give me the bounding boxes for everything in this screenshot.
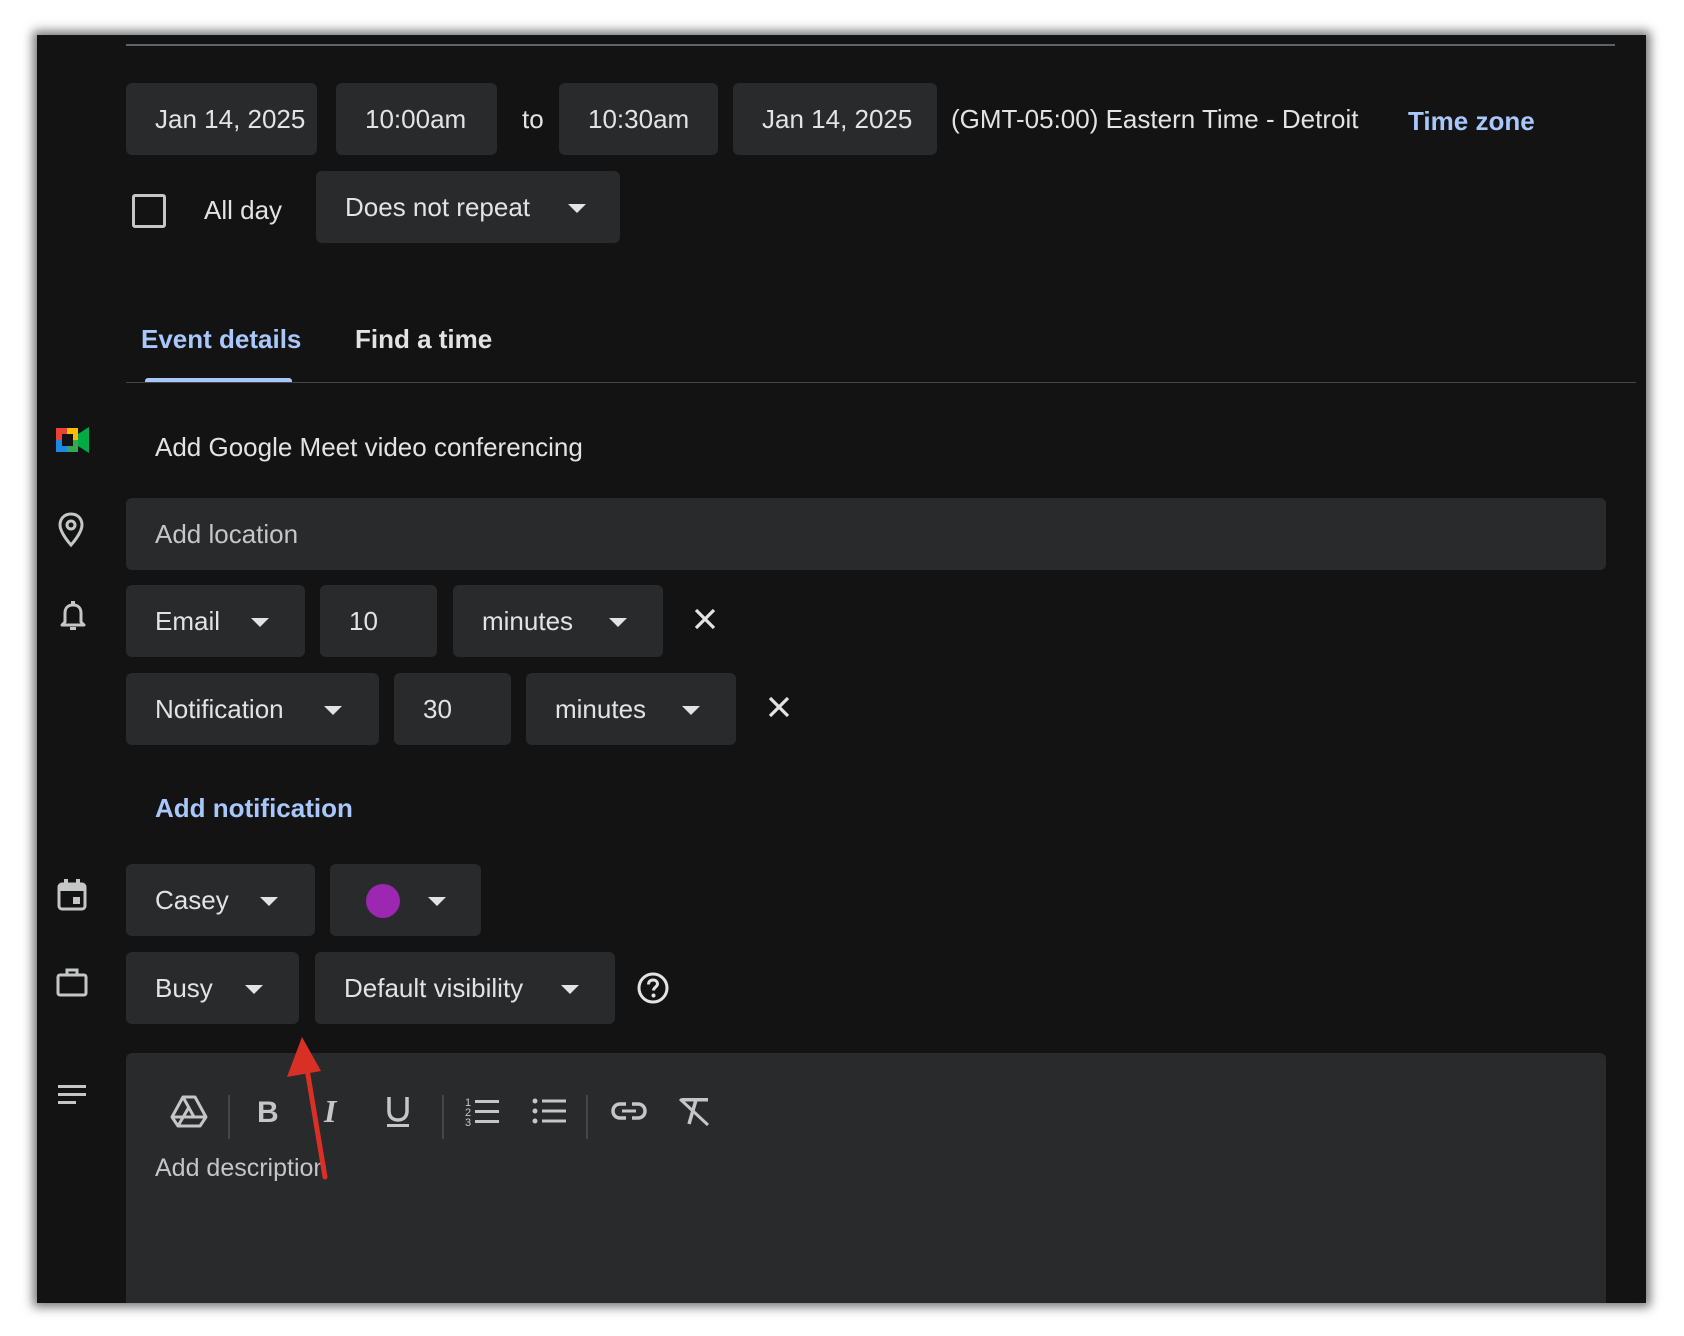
notification-2-unit-dropdown[interactable]: minutes <box>526 673 736 745</box>
start-time-text: 10:00am <box>365 104 467 134</box>
bell-icon <box>60 601 86 630</box>
numbered-list-icon[interactable]: 1 2 3 <box>462 1091 502 1131</box>
repeat-dropdown[interactable]: Does not repeat <box>316 171 620 243</box>
chevron-down-icon <box>260 897 278 906</box>
calendar-icon <box>57 879 87 911</box>
notification-2-amount: 30 <box>423 694 452 724</box>
underline-icon[interactable] <box>378 1091 418 1131</box>
start-date-text: Jan 14, 2025 <box>155 104 306 134</box>
drive-icon[interactable] <box>169 1091 209 1131</box>
end-date-field[interactable]: Jan 14, 2025 <box>733 83 937 155</box>
add-notification-link[interactable]: Add notification <box>155 793 353 824</box>
clear-formatting-icon[interactable] <box>674 1091 714 1131</box>
notification-1-amount-input[interactable]: 10 <box>320 585 437 657</box>
notification-1-type-dropdown[interactable]: Email <box>126 585 305 657</box>
start-date-field[interactable]: Jan 14, 2025 <box>126 83 317 155</box>
chevron-down-icon <box>251 618 269 627</box>
notification-2-type: Notification <box>155 694 284 724</box>
bulleted-list-icon[interactable] <box>529 1091 569 1131</box>
chevron-down-icon <box>245 985 263 994</box>
event-color-dropdown[interactable] <box>330 864 481 936</box>
end-time-field[interactable]: 10:30am <box>559 83 718 155</box>
annotation-arrow <box>287 1037 328 1180</box>
tabs-divider <box>126 382 1636 383</box>
to-label: to <box>522 104 544 134</box>
location-placeholder: Add location <box>155 519 299 549</box>
svg-text:3: 3 <box>465 1117 471 1129</box>
event-editor-panel: Jan 14, 2025 10:00am to 10:30am Jan 14, … <box>37 35 1646 1303</box>
visibility-dropdown[interactable]: Default visibility <box>315 952 615 1024</box>
chevron-down-icon <box>682 706 700 715</box>
remove-notification-1-icon[interactable] <box>693 607 717 631</box>
title-underline <box>126 44 1615 46</box>
help-icon[interactable] <box>636 971 670 1005</box>
start-time-field[interactable]: 10:00am <box>336 83 497 155</box>
notification-2-type-dropdown[interactable]: Notification <box>126 673 379 745</box>
end-date-text: Jan 14, 2025 <box>762 104 913 134</box>
chevron-down-icon <box>561 985 579 994</box>
location-pin-icon <box>58 512 84 548</box>
chevron-down-icon <box>568 204 586 213</box>
tab-find-a-time[interactable]: Find a time <box>355 324 492 355</box>
notification-1-unit-dropdown[interactable]: minutes <box>453 585 663 657</box>
timezone-text: (GMT-05:00) Eastern Time - Detroit <box>951 104 1359 134</box>
calendar-owner-dropdown[interactable]: Casey <box>126 864 315 936</box>
svg-text:B: B <box>257 1096 279 1129</box>
location-input[interactable]: Add location <box>126 498 1606 570</box>
description-icon <box>58 1085 86 1104</box>
toolbar-separator <box>442 1095 444 1139</box>
notification-1-unit: minutes <box>482 606 574 636</box>
link-icon[interactable] <box>609 1091 649 1131</box>
toolbar-separator <box>586 1095 588 1139</box>
chevron-down-icon <box>324 706 342 715</box>
repeat-value: Does not repeat <box>345 192 531 222</box>
visibility-value: Default visibility <box>344 973 524 1003</box>
notification-1-amount: 10 <box>349 606 378 636</box>
availability-dropdown[interactable]: Busy <box>126 952 299 1024</box>
remove-notification-2-icon[interactable] <box>767 695 791 719</box>
add-meet-link[interactable]: Add Google Meet video conferencing <box>155 432 583 463</box>
end-time-text: 10:30am <box>588 104 690 134</box>
notification-2-amount-input[interactable]: 30 <box>394 673 511 745</box>
chevron-down-icon <box>609 618 627 627</box>
availability-status: Busy <box>155 973 213 1003</box>
google-meet-icon <box>56 427 89 453</box>
all-day-label: All day <box>204 195 283 225</box>
all-day-checkbox[interactable] <box>132 194 166 228</box>
calendar-owner: Casey <box>155 885 229 915</box>
chevron-down-icon <box>428 897 446 906</box>
toolbar-separator <box>228 1095 230 1139</box>
notification-2-unit: minutes <box>555 694 647 724</box>
notification-1-type: Email <box>155 606 221 636</box>
color-swatch <box>366 884 400 918</box>
tab-event-details[interactable]: Event details <box>141 324 301 355</box>
briefcase-icon <box>56 968 88 997</box>
description-editor[interactable]: B I 1 2 3 Add description <box>126 1053 1606 1303</box>
timezone-link[interactable]: Time zone <box>1408 106 1535 137</box>
